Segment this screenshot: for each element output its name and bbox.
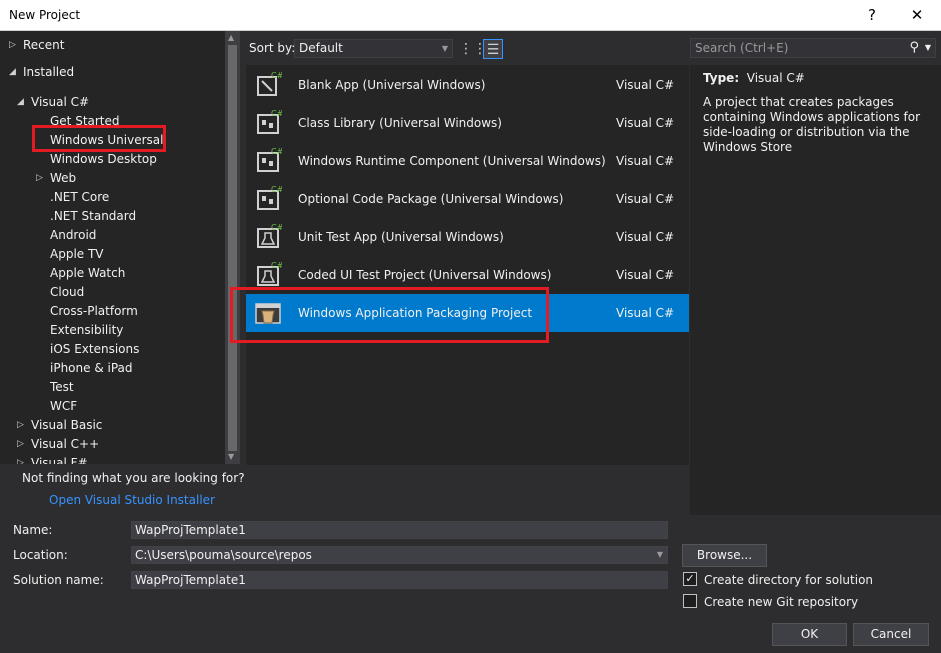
class-library-icon: C# <box>257 109 282 134</box>
tree-item-installed[interactable]: Installed <box>23 63 74 82</box>
chevron-down-icon: ▼ <box>441 44 448 53</box>
svg-text:C#: C# <box>271 109 282 118</box>
list-view-icon[interactable]: ☰ <box>483 39 503 59</box>
tree-scrollbar[interactable]: ▲ ▼ <box>225 31 240 464</box>
cancel-button[interactable]: Cancel <box>853 623 929 646</box>
tree-clip: ▷ Visual F# <box>0 454 225 464</box>
grid-view-icon[interactable]: ⋮⋮ <box>459 39 487 59</box>
tree-item-cloud[interactable]: Cloud <box>50 283 84 302</box>
tree-item-net-core[interactable]: .NET Core <box>50 188 109 207</box>
optional-code-package-icon: C# <box>257 185 282 210</box>
location-field[interactable]: C:\Users\pouma\source\repos ▼ <box>131 546 668 564</box>
search-placeholder: Search (Ctrl+E) <box>695 41 789 55</box>
create-directory-checkbox[interactable]: ✓ <box>683 572 697 586</box>
chevron-down-icon[interactable]: ◢ <box>17 97 24 107</box>
git-repository-checkbox[interactable] <box>683 594 697 608</box>
runtime-component-icon: C# <box>257 147 282 172</box>
template-language: Visual C# <box>616 230 675 244</box>
template-row-class-library[interactable]: C# Class Library (Universal Windows) Vis… <box>246 104 689 142</box>
template-name: Blank App (Universal Windows) <box>298 78 486 92</box>
svg-text:C#: C# <box>271 185 282 194</box>
ok-button[interactable]: OK <box>772 623 847 646</box>
template-name: Optional Code Package (Universal Windows… <box>298 192 564 206</box>
template-row-optional-code-package[interactable]: C# Optional Code Package (Universal Wind… <box>246 180 689 218</box>
tree-item-visual-fsharp[interactable]: Visual F# <box>31 454 88 464</box>
window-title: New Project <box>9 8 81 22</box>
chevron-right-icon[interactable]: ▷ <box>36 173 43 183</box>
tree-item-visual-cpp[interactable]: Visual C++ <box>31 435 99 454</box>
template-language: Visual C# <box>616 78 675 92</box>
template-language: Visual C# <box>616 306 675 320</box>
tree-item-iphone-ipad[interactable]: iPhone & iPad <box>50 359 133 378</box>
scrollbar-thumb[interactable] <box>228 45 237 451</box>
svg-text:C#: C# <box>271 147 282 156</box>
highlight-box <box>230 287 549 343</box>
sort-label: Sort by: <box>249 41 296 55</box>
git-repository-label: Create new Git repository <box>704 595 859 609</box>
coded-ui-test-icon: C# <box>257 261 282 286</box>
name-label: Name: <box>13 523 53 537</box>
name-field[interactable]: WapProjTemplate1 <box>131 521 668 539</box>
tree-item-visual-csharp[interactable]: Visual C# <box>31 93 89 112</box>
chevron-right-icon[interactable]: ▷ <box>9 40 16 50</box>
sort-value: Default <box>299 41 343 55</box>
template-name: Windows Runtime Component (Universal Win… <box>298 154 606 168</box>
tree-item-apple-watch[interactable]: Apple Watch <box>50 264 125 283</box>
template-name: Unit Test App (Universal Windows) <box>298 230 504 244</box>
tree-item-windows-desktop[interactable]: Windows Desktop <box>50 150 157 169</box>
search-icon[interactable]: ⚲ <box>909 39 919 57</box>
location-label: Location: <box>13 548 68 562</box>
svg-text:C#: C# <box>271 223 282 232</box>
template-language: Visual C# <box>616 116 675 130</box>
search-input[interactable]: Search (Ctrl+E) ⚲ ▼ <box>690 38 936 58</box>
not-found-text: Not finding what you are looking for? <box>22 471 245 485</box>
tree-item-apple-tv[interactable]: Apple TV <box>50 245 104 264</box>
chevron-right-icon[interactable]: ▷ <box>17 458 24 464</box>
help-button[interactable]: ? <box>859 4 885 26</box>
type-value: Visual C# <box>746 71 805 85</box>
browse-button[interactable]: Browse... <box>682 544 767 567</box>
chevron-right-icon[interactable]: ▷ <box>17 420 24 430</box>
tree-item-net-standard[interactable]: .NET Standard <box>50 207 136 226</box>
tree-item-cross-platform[interactable]: Cross-Platform <box>50 302 138 321</box>
highlight-box <box>32 125 166 152</box>
template-language: Visual C# <box>616 154 675 168</box>
template-row-unit-test-app[interactable]: C# Unit Test App (Universal Windows) Vis… <box>246 218 689 256</box>
type-line: Type: Visual C# <box>703 71 805 85</box>
scroll-up-icon[interactable]: ▲ <box>228 33 234 42</box>
unit-test-icon: C# <box>257 223 282 248</box>
sort-dropdown[interactable]: Default ▼ <box>294 39 453 58</box>
chevron-down-icon[interactable]: ◢ <box>9 67 16 77</box>
template-description: A project that creates packages containi… <box>703 95 921 154</box>
tree-item-ios-extensions[interactable]: iOS Extensions <box>50 340 139 359</box>
chevron-down-icon[interactable]: ▼ <box>925 39 931 57</box>
title-bar: New Project ? ✕ <box>0 0 941 31</box>
solution-name-field[interactable]: WapProjTemplate1 <box>131 571 668 589</box>
template-language: Visual C# <box>616 268 675 282</box>
template-name: Class Library (Universal Windows) <box>298 116 502 130</box>
tree-item-android[interactable]: Android <box>50 226 96 245</box>
open-installer-link[interactable]: Open Visual Studio Installer <box>49 493 215 507</box>
tree-item-visual-basic[interactable]: Visual Basic <box>31 416 102 435</box>
svg-text:C#: C# <box>271 261 282 270</box>
template-language: Visual C# <box>616 192 675 206</box>
tree-item-extensibility[interactable]: Extensibility <box>50 321 123 340</box>
chevron-down-icon[interactable]: ▼ <box>657 547 663 563</box>
template-row-blank-app[interactable]: C# Blank App (Universal Windows) Visual … <box>246 66 689 104</box>
scroll-down-icon[interactable]: ▼ <box>228 452 234 461</box>
svg-text:C#: C# <box>271 71 282 80</box>
chevron-right-icon[interactable]: ▷ <box>17 439 24 449</box>
solution-name-label: Solution name: <box>13 573 104 587</box>
type-label: Type: <box>703 71 740 85</box>
tree-item-recent[interactable]: Recent <box>23 36 64 55</box>
close-button[interactable]: ✕ <box>904 4 930 26</box>
template-row-runtime-component[interactable]: C# Windows Runtime Component (Universal … <box>246 142 689 180</box>
tree-item-test[interactable]: Test <box>50 378 74 397</box>
tree-item-web[interactable]: Web <box>50 169 76 188</box>
create-directory-label: Create directory for solution <box>704 573 874 587</box>
location-value: C:\Users\pouma\source\repos <box>135 548 312 562</box>
blank-app-icon: C# <box>257 71 282 96</box>
tree-item-wcf[interactable]: WCF <box>50 397 77 416</box>
